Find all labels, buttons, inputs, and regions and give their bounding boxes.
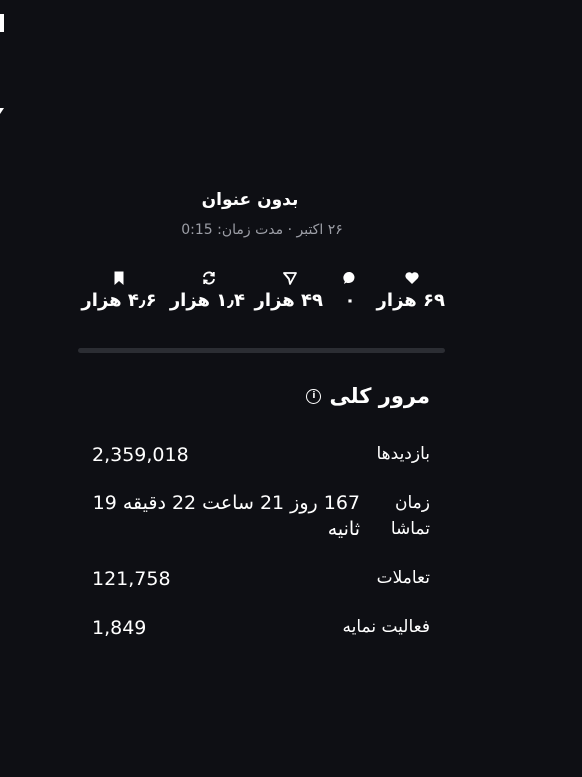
info-icon[interactable]: i [306,388,322,404]
metric-label-engagements: تعاملات [376,568,430,588]
stat-likes: ۶۹ هزار [376,270,445,311]
metric-label-views: بازدیدها [376,444,431,464]
edge-chevron-icon [0,108,4,114]
metric-value-profile-activity: 1,849 [92,617,147,639]
video-title: بدون عنوان [201,190,299,210]
metric-value-views: 2,359,018 [92,444,189,466]
stat-reposts-value: ۱٫۴ هزار [169,290,245,311]
repost-icon [201,270,217,286]
metric-value-engagements: 121,758 [92,568,171,590]
metric-label-watch-time: زمان تماشا [390,493,430,539]
stat-comments: ۰ [335,270,365,311]
engagement-stats: ۶۹ هزار ۰ ۴۹ هزار ۱٫۴ هزار ۴٫۶ هزار [78,270,445,324]
stat-comments-value: ۰ [344,290,356,311]
metric-label-profile-activity: فعالیت نمایه [342,617,431,637]
share-icon [282,270,298,286]
metric-value-watch-time: 167 روز 21 ساعت 22 دقیقه 19 ثانیه [92,492,360,540]
edge-bar-icon [0,14,4,32]
stat-shares: ۴۹ هزار [254,270,323,311]
video-meta: ۲۶ اکتبر · مدت زمان: 0:15 [181,222,343,238]
heart-icon [404,270,420,286]
bookmark-icon [111,270,127,286]
stat-bookmarks: ۴٫۶ هزار [78,270,160,311]
stat-likes-value: ۶۹ هزار [376,290,445,311]
overview-heading: مرور کلی i [306,384,430,408]
stat-shares-value: ۴۹ هزار [254,290,323,311]
overview-title: مرور کلی [329,384,430,408]
stat-bookmarks-value: ۴٫۶ هزار [81,290,157,311]
section-divider [78,348,445,353]
stat-reposts: ۱٫۴ هزار [169,270,245,311]
comment-icon [342,270,358,286]
